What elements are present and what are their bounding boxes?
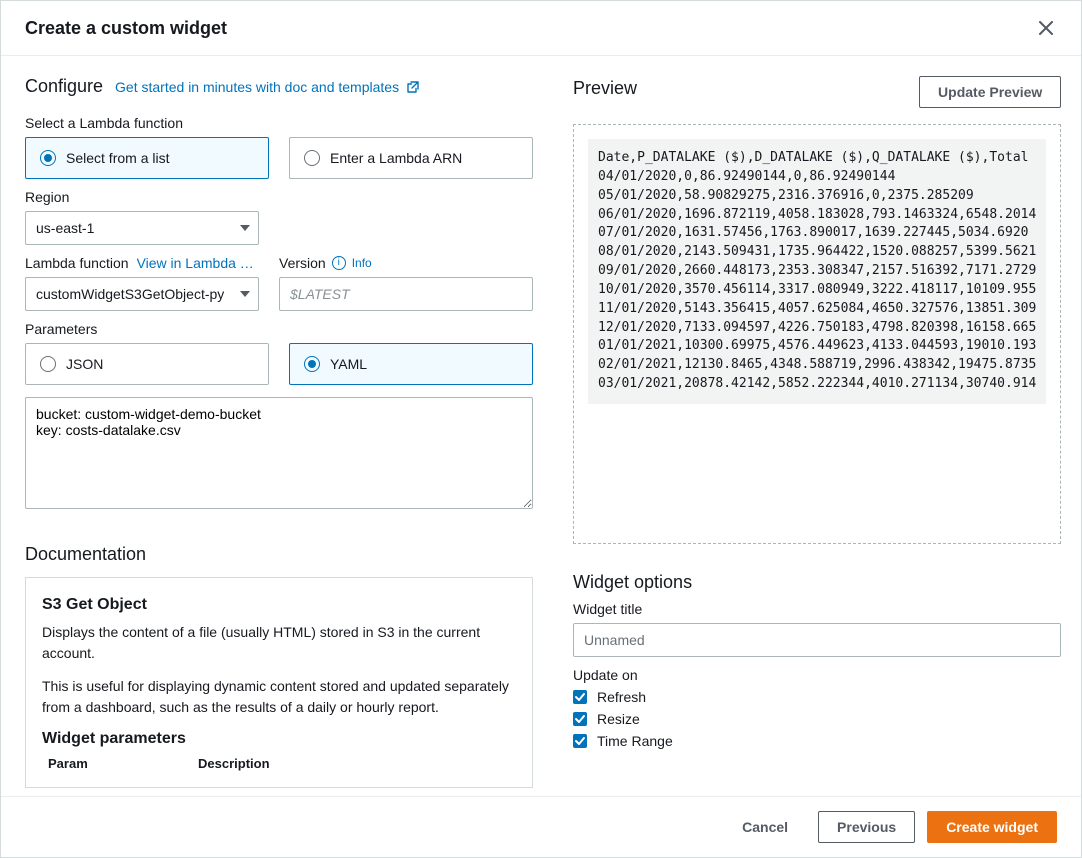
update-on-refresh-row[interactable]: Refresh xyxy=(573,689,1061,705)
param-format-group: JSON YAML xyxy=(25,343,533,385)
radio-icon xyxy=(304,356,320,372)
source-enter-arn-label: Enter a Lambda ARN xyxy=(330,150,462,166)
external-link-icon xyxy=(407,80,419,92)
update-on-resize-label: Resize xyxy=(597,711,640,727)
lambda-function-label: Lambda function View in Lambda c… xyxy=(25,255,259,271)
param-format-json-label: JSON xyxy=(66,356,103,372)
parameters-label: Parameters xyxy=(25,321,533,337)
modal-header: Create a custom widget xyxy=(1,1,1081,56)
checkbox-checked-icon xyxy=(573,690,587,704)
documentation-heading: Documentation xyxy=(25,544,533,565)
documentation-box: S3 Get Object Displays the content of a … xyxy=(25,577,533,788)
param-col-param: Param xyxy=(48,756,198,771)
modal-create-custom-widget: Create a custom widget Configure Get sta… xyxy=(0,0,1082,858)
update-preview-button[interactable]: Update Preview xyxy=(919,76,1061,108)
param-col-desc: Description xyxy=(198,756,270,771)
region-value: us-east-1 xyxy=(36,220,94,236)
lambda-function-select[interactable]: customWidgetS3GetObject-py xyxy=(25,277,259,311)
param-format-json-tile[interactable]: JSON xyxy=(25,343,269,385)
source-from-list-tile[interactable]: Select from a list xyxy=(25,137,269,179)
view-in-lambda-link[interactable]: View in Lambda c… xyxy=(137,255,257,271)
create-widget-button[interactable]: Create widget xyxy=(927,811,1057,843)
configure-column: Configure Get started in minutes with do… xyxy=(25,76,533,788)
source-from-list-label: Select from a list xyxy=(66,150,169,166)
radio-icon xyxy=(40,356,56,372)
region-select[interactable]: us-east-1 xyxy=(25,211,259,245)
preview-content: Date,P_DATALAKE ($),D_DATALAKE ($),Q_DAT… xyxy=(588,139,1046,404)
modal-title: Create a custom widget xyxy=(25,18,227,39)
get-started-link-text: Get started in minutes with doc and temp… xyxy=(115,79,399,95)
param-table-header: Param Description xyxy=(42,756,516,771)
close-icon xyxy=(1039,21,1053,35)
update-on-timerange-label: Time Range xyxy=(597,733,673,749)
update-on-label: Update on xyxy=(573,667,1061,683)
doc-paragraph-1: Displays the content of a file (usually … xyxy=(42,622,516,664)
preview-column: Preview Update Preview Date,P_DATALAKE (… xyxy=(573,76,1061,788)
modal-body: Configure Get started in minutes with do… xyxy=(1,56,1081,796)
source-radio-group: Select from a list Enter a Lambda ARN xyxy=(25,137,533,179)
chevron-down-icon xyxy=(240,225,250,231)
checkbox-checked-icon xyxy=(573,734,587,748)
widget-title-input[interactable] xyxy=(573,623,1061,657)
region-label: Region xyxy=(25,189,533,205)
preview-heading: Preview xyxy=(573,78,637,99)
version-label-row: Version i Info xyxy=(279,255,533,271)
update-on-timerange-row[interactable]: Time Range xyxy=(573,733,1061,749)
close-button[interactable] xyxy=(1035,17,1057,39)
preview-box: Date,P_DATALAKE ($),D_DATALAKE ($),Q_DAT… xyxy=(573,124,1061,544)
doc-title: S3 Get Object xyxy=(42,596,516,614)
parameters-textarea[interactable] xyxy=(25,397,533,509)
chevron-down-icon xyxy=(240,291,250,297)
version-input[interactable] xyxy=(279,277,533,311)
param-format-yaml-label: YAML xyxy=(330,356,367,372)
radio-icon xyxy=(304,150,320,166)
info-link[interactable]: Info xyxy=(352,256,372,270)
cancel-button[interactable]: Cancel xyxy=(724,811,806,843)
update-on-resize-row[interactable]: Resize xyxy=(573,711,1061,727)
previous-button[interactable]: Previous xyxy=(818,811,915,843)
widget-options-heading: Widget options xyxy=(573,572,1061,593)
doc-paragraph-2: This is useful for displaying dynamic co… xyxy=(42,676,516,718)
radio-icon xyxy=(40,150,56,166)
lambda-function-value: customWidgetS3GetObject-py xyxy=(36,286,224,302)
param-format-yaml-tile[interactable]: YAML xyxy=(289,343,533,385)
checkbox-checked-icon xyxy=(573,712,587,726)
update-on-refresh-label: Refresh xyxy=(597,689,646,705)
widget-title-label: Widget title xyxy=(573,601,1061,617)
version-label: Version xyxy=(279,255,326,271)
widget-parameters-heading: Widget parameters xyxy=(42,730,516,748)
get-started-link[interactable]: Get started in minutes with doc and temp… xyxy=(115,79,419,95)
modal-footer: Cancel Previous Create widget xyxy=(1,796,1081,857)
source-enter-arn-tile[interactable]: Enter a Lambda ARN xyxy=(289,137,533,179)
info-icon[interactable]: i xyxy=(332,256,346,270)
configure-heading: Configure xyxy=(25,76,103,97)
select-lambda-label: Select a Lambda function xyxy=(25,115,533,131)
lambda-function-label-text: Lambda function xyxy=(25,255,129,271)
